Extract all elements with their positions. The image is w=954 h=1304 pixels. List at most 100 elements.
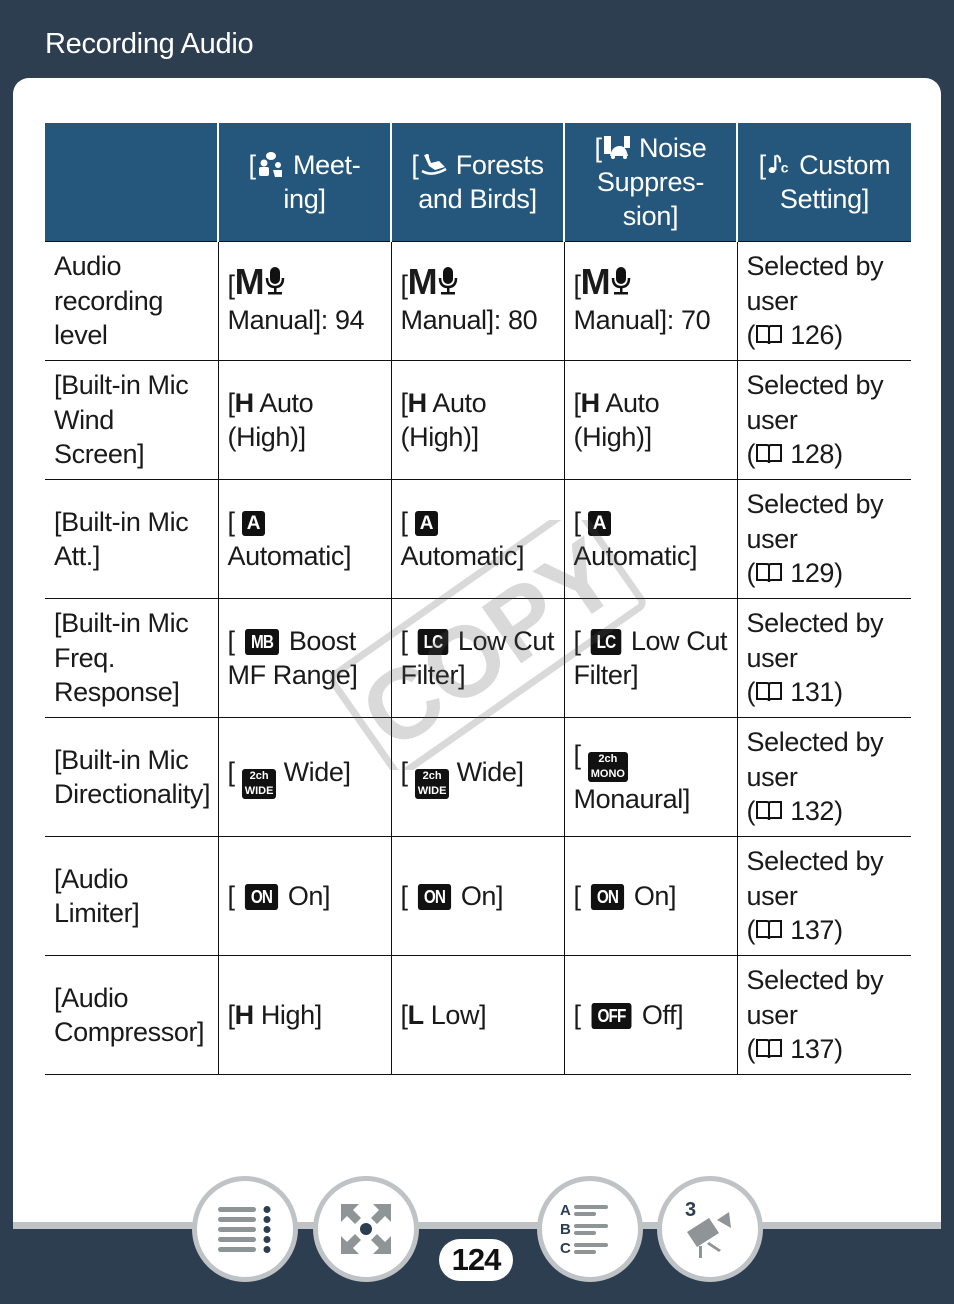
level-letter-icon: H [234, 387, 255, 418]
meeting-icon [258, 152, 282, 177]
bracket: [ [227, 625, 236, 656]
page-reference-link[interactable]: ( 137) [747, 1034, 844, 1064]
setting-cell: [M Manual]: 80 [390, 241, 564, 361]
row-label: Audio recording level [45, 241, 218, 361]
table-header-row: [ Meet- ing] [ Forests and Birds] [ Nois… [45, 123, 911, 242]
setting-cell: [ LC Low Cut Filter] [563, 598, 737, 718]
abc-index-icon: ABC [560, 1202, 608, 1257]
row-label-text: Audio recording level [54, 251, 163, 351]
bottom-divider [13, 1222, 941, 1229]
custom-setting-cell: Selected by user ( 132) [736, 717, 911, 837]
lc-badge-icon: LC [590, 628, 622, 655]
on-badge-icon: ON [244, 883, 278, 910]
row-label-text: [Built-in Mic Directionality] [54, 744, 211, 810]
microphone-icon [438, 267, 457, 295]
manual-mode-icon: M [407, 261, 438, 302]
bracket: [ [227, 387, 236, 418]
a-badge-icon: A [414, 510, 439, 536]
svg-text:c: c [781, 160, 789, 176]
book-reference-icon [756, 920, 783, 940]
setting-cell: [ 2ch WIDE Wide] [390, 717, 564, 837]
custom-setting-cell: Selected by user ( 137) [736, 836, 911, 956]
cell-text: Low] [423, 999, 487, 1030]
chapter-button[interactable]: 3 [657, 1176, 763, 1282]
bracket: [ [227, 999, 236, 1030]
bracket: [ [400, 506, 409, 537]
page-reference-link[interactable]: ( 137) [747, 915, 844, 945]
custom-setting-cell: Selected by user ( 126) [736, 241, 911, 361]
header-meeting: [ Meet- ing] [217, 123, 391, 242]
table-row: [Audio Limiter][ ON On][ ON On][ ON On] S… [45, 836, 911, 956]
setting-cell: [ 2ch MONO Monaural] [563, 717, 737, 837]
setting-cell: [ ON On] [563, 836, 737, 956]
microphone-icon [611, 267, 630, 295]
level-letter-icon: H [234, 999, 255, 1030]
header-noise-suppression: [ Noise Suppres- sion] [563, 123, 737, 242]
mb-badge-icon: MB [244, 628, 279, 655]
bracket: [ [227, 880, 236, 911]
page-reference-link[interactable]: ( 132) [747, 796, 844, 826]
row-label: [Audio Limiter] [45, 836, 218, 956]
book-reference-icon [756, 563, 783, 583]
row-label: [Audio Compressor] [45, 955, 218, 1075]
table-row: [Built-in Mic Att.] [ A Automatic] [ A Autom… [45, 479, 911, 599]
page-reference-link[interactable]: ( 131) [747, 677, 844, 707]
row-label-text: [Built-in Mic Wind Screen] [54, 370, 189, 470]
bracket: [ [573, 999, 582, 1030]
level-letter-icon: H [580, 387, 601, 418]
camcorder-icon: 3 [685, 1199, 731, 1258]
setting-cell: [ OFF Off] [563, 955, 737, 1075]
index-button[interactable]: ABC [537, 1176, 643, 1282]
a-badge-icon: A [587, 510, 612, 536]
wide-badge-icon: 2ch WIDE [241, 769, 277, 799]
row-label-text: [Audio Limiter] [54, 863, 140, 929]
cell-text: Manual]: 80 [400, 304, 538, 335]
bracket: [ [573, 506, 582, 537]
lc-badge-icon: LC [417, 628, 449, 655]
bracket: [ [400, 625, 409, 656]
header-forests-and-birds: [ Forests and Birds] [390, 123, 564, 242]
svg-text:B: B [560, 1221, 571, 1238]
page-title: Recording Audio [45, 28, 254, 60]
cell-text: Automatic] [573, 541, 698, 571]
custom-text: Selected by user [746, 846, 884, 911]
setting-cell: [ LC Low Cut Filter] [390, 598, 564, 718]
setting-cell: [ MB Boost MF Range] [217, 598, 391, 718]
basic-operations-button[interactable] [313, 1176, 419, 1282]
table-of-contents-button[interactable] [192, 1176, 298, 1282]
table-row: Audio recording level [M Manual]: 94 [M Manu… [45, 241, 911, 361]
cell-text: Off] [641, 999, 684, 1030]
custom-text: Selected by user [746, 251, 884, 316]
custom-text: Selected by user [746, 727, 884, 792]
setting-cell: [H Auto (High)] [563, 360, 737, 480]
cell-text: Automatic] [400, 541, 525, 571]
setting-cell: [ A Automatic] [563, 479, 737, 599]
page-reference-link[interactable]: ( 128) [747, 439, 844, 469]
off-badge-icon: OFF [591, 1002, 632, 1029]
row-label: [Built-in Mic Wind Screen] [45, 360, 218, 480]
book-reference-icon [756, 801, 783, 821]
on-badge-icon: ON [417, 883, 451, 910]
row-label-text: [Built-in Mic Att.] [54, 506, 189, 572]
cell-text: Monaural] [573, 783, 691, 814]
a-badge-icon: A [241, 510, 266, 536]
page-reference-link[interactable]: ( 129) [747, 558, 844, 588]
bracket: [ [573, 880, 582, 911]
setting-cell: [H Auto (High)] [217, 360, 391, 480]
custom-setting-icon: c [768, 154, 789, 176]
book-reference-icon [756, 682, 783, 702]
level-letter-icon: L [407, 999, 424, 1030]
microphone-icon [265, 267, 284, 295]
cell-text: Manual]: 70 [573, 304, 711, 335]
audio-scene-settings-table: [ Meet- ing] [ Forests and Birds] [ Nois… [45, 123, 911, 1075]
setting-cell: [M Manual]: 70 [563, 241, 737, 361]
cell-text: Automatic] [227, 541, 352, 571]
cell-text: High] [253, 999, 322, 1030]
setting-cell: [M Manual]: 94 [217, 241, 391, 361]
bracket: [ [400, 387, 409, 418]
page-reference-link[interactable]: ( 126) [747, 320, 844, 350]
setting-cell: [H Auto (High)] [390, 360, 564, 480]
svg-text:3: 3 [685, 1199, 696, 1221]
noise-suppression-icon [603, 136, 630, 159]
custom-setting-cell: Selected by user ( 129) [736, 479, 911, 599]
